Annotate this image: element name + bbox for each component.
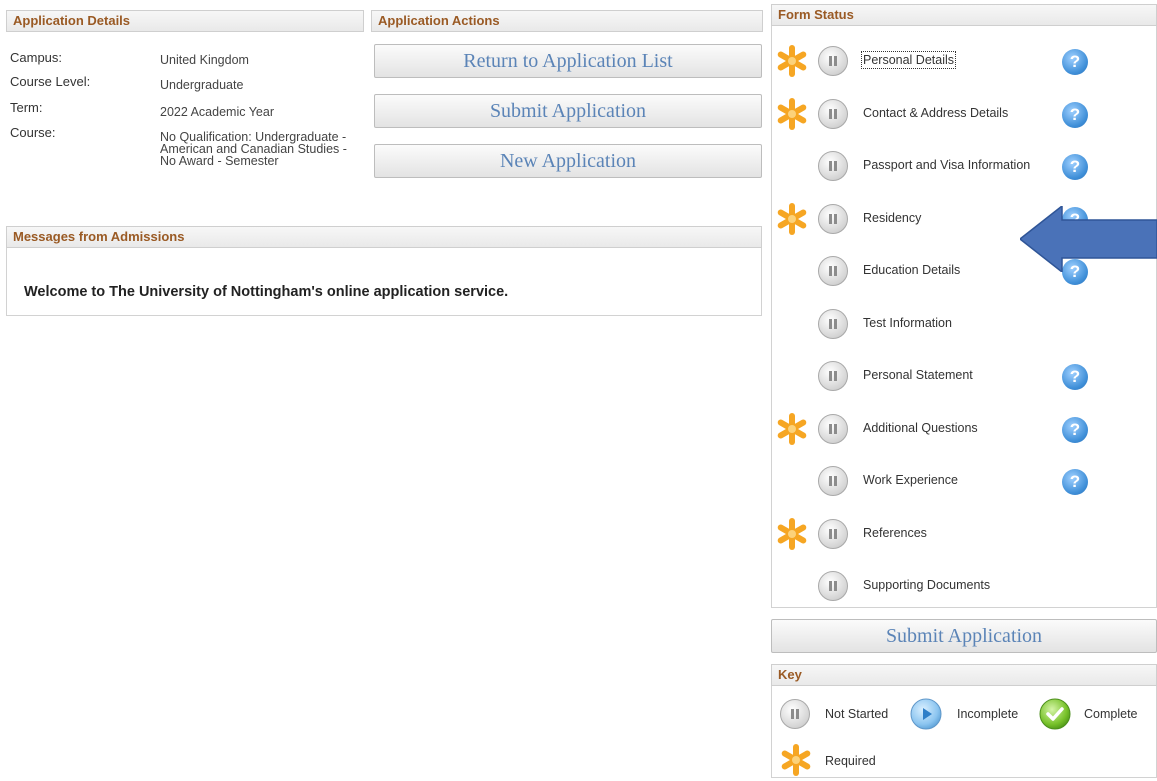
course-level-label: Course Level: (10, 74, 91, 89)
pause-icon (818, 98, 848, 129)
question-icon[interactable]: ? (1062, 101, 1088, 128)
form-status-row[interactable]: Passport and Visa Information? (776, 146, 1116, 186)
form-status-link[interactable]: Additional Questions (863, 421, 978, 435)
form-status-row[interactable]: Personal Details? (776, 41, 1116, 81)
pause-icon (818, 466, 848, 496)
application-actions-heading: Application Actions (371, 10, 763, 32)
term-value: 2022 Academic Year (160, 105, 274, 119)
pause-icon (818, 571, 848, 601)
key-required-label: Required (825, 754, 876, 768)
pause-icon (818, 413, 848, 444)
question-icon[interactable]: ? (1062, 49, 1088, 75)
asterisk-icon (776, 517, 808, 550)
form-status-link[interactable]: Contact & Address Details (863, 106, 1008, 120)
asterisk-icon (776, 45, 808, 77)
form-status-link[interactable]: References (863, 526, 927, 540)
pause-icon (818, 256, 848, 286)
pause-icon (818, 361, 848, 391)
form-status-link[interactable]: Personal Details (860, 51, 957, 69)
question-icon[interactable]: ? (1062, 416, 1088, 443)
form-status-link[interactable]: Residency (863, 211, 921, 225)
messages-heading: Messages from Admissions (6, 226, 762, 248)
course-label: Course: (10, 125, 56, 140)
pause-icon (780, 699, 810, 729)
return-to-list-button[interactable]: Return to Application List (374, 44, 762, 78)
campus-value: United Kingdom (160, 53, 249, 67)
question-icon[interactable]: ? (1062, 469, 1088, 495)
form-status-link[interactable]: Personal Statement (863, 368, 973, 382)
new-application-button[interactable]: New Application (374, 144, 762, 178)
asterisk-icon (776, 97, 808, 130)
form-status-row[interactable]: Contact & Address Details? (776, 94, 1116, 134)
form-status-link[interactable]: Test Information (863, 316, 952, 330)
form-status-submit-button[interactable]: Submit Application (771, 619, 1157, 653)
form-status-row[interactable]: References (776, 514, 1116, 554)
check-icon (1039, 698, 1071, 730)
pause-icon (818, 46, 848, 76)
key-complete-label: Complete (1084, 707, 1138, 721)
submit-application-button[interactable]: Submit Application (374, 94, 762, 128)
campus-label: Campus: (10, 50, 63, 65)
pause-icon (818, 151, 848, 181)
term-label: Term: (10, 100, 43, 115)
pause-icon (818, 308, 848, 339)
form-status-link[interactable]: Supporting Documents (863, 578, 990, 592)
form-status-row[interactable]: Supporting Documents (776, 566, 1116, 606)
asterisk-icon (776, 202, 808, 235)
left-arrow-icon (1020, 206, 1157, 272)
form-status-heading: Form Status (771, 4, 1157, 26)
asterisk-icon (776, 412, 808, 445)
form-status-row[interactable]: Personal Statement? (776, 356, 1116, 396)
form-status-row[interactable]: Work Experience? (776, 461, 1116, 501)
form-status-row[interactable]: Additional Questions? (776, 409, 1116, 449)
application-details-heading: Application Details (6, 10, 364, 32)
key-not-started-label: Not Started (825, 707, 889, 721)
form-status-link[interactable]: Passport and Visa Information (863, 158, 1030, 172)
course-value-line-3: No Award - Semester (160, 154, 279, 168)
form-status-link[interactable]: Education Details (863, 263, 960, 277)
play-icon (910, 698, 942, 730)
form-status-link[interactable]: Work Experience (863, 473, 958, 487)
course-level-value: Undergraduate (160, 78, 244, 92)
key-incomplete-label: Incomplete (957, 707, 1019, 721)
welcome-message: Welcome to The University of Nottingham'… (24, 284, 509, 300)
form-status-row[interactable]: Test Information (776, 304, 1116, 344)
pause-icon (818, 518, 848, 549)
pause-icon (818, 203, 848, 234)
question-icon[interactable]: ? (1062, 364, 1088, 390)
asterisk-icon (780, 744, 812, 776)
question-icon[interactable]: ? (1062, 154, 1088, 180)
key-heading: Key (771, 664, 1157, 686)
